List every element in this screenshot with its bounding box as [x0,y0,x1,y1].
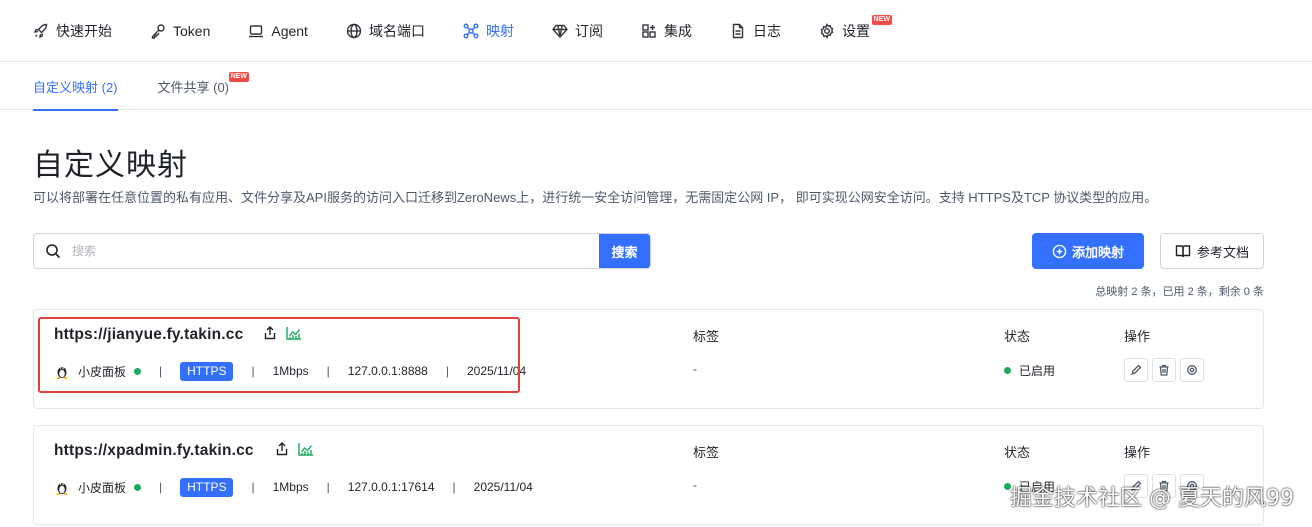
page-title: 自定义映射 [33,149,188,182]
nav-item-integration[interactable]: 集成 [641,0,692,62]
tags-value: - [693,478,697,492]
tags-value: - [693,362,697,376]
mapping-meta: 小皮面板 | HTTPS | 1Mbps | 127.0.0.1:8888 | … [54,360,526,382]
protocol-badge: HTTPS [180,361,234,381]
ops-label: 操作 [1124,445,1151,460]
mapping-meta: 小皮面板 | HTTPS | 1Mbps | 127.0.0.1:17614 |… [54,476,533,498]
created-date: 2025/11/04 [473,480,533,494]
divider: | [452,480,456,494]
bandwidth: 1Mbps [272,480,309,494]
divider: | [251,364,255,378]
grid-plus-icon [642,23,656,38]
add-mapping-button[interactable]: 添加映射 [1032,233,1144,269]
nav-item-token[interactable]: Token [150,0,210,62]
plus-circle-icon [1052,244,1067,258]
page-description: 可以将部署在任意位置的私有应用、文件分享及API服务的访问入口迁移到ZeroNe… [33,190,1158,205]
stats-icon[interactable] [286,326,302,340]
agent-name: 小皮面板 [78,480,127,495]
protocol-badge: HTTPS [180,477,234,497]
nav-item-logs[interactable]: 日志 [730,0,781,62]
divider: | [326,480,330,494]
bandwidth: 1Mbps [272,364,309,378]
settings-button[interactable] [1180,358,1204,382]
new-badge: NEW [228,72,250,82]
nav-item-domain-port[interactable]: 域名端口 [346,0,425,62]
nav-label: 快速开始 [56,22,112,39]
network-icon [463,23,479,38]
add-mapping-label: 添加映射 [1071,244,1124,260]
target-address: 127.0.0.1:17614 [347,480,435,494]
new-badge: NEW [871,14,892,25]
created-date: 2025/11/04 [466,364,527,378]
divider: | [159,480,163,494]
gear-icon [820,22,834,39]
status-text: 已启用 [1019,364,1056,378]
nav-label: 设置 [841,22,870,39]
trash-icon [1159,364,1169,376]
rocket-icon [33,23,48,38]
document-icon [732,23,744,38]
ops-label: 操作 [1124,329,1151,344]
search-icon [34,234,72,268]
nav-item-mapping[interactable]: 映射 [463,0,514,62]
globe-icon [346,23,362,38]
nav-label: 集成 [663,22,692,39]
status-label: 状态 [1004,445,1031,460]
nav-label: 映射 [485,22,514,39]
divider: | [326,364,330,378]
tab-file-sharing[interactable]: 文件共享 (0) NEW [157,62,250,110]
book-icon [1175,245,1191,258]
mapping-summary: 总映射 2 条，已用 2 条，剩余 0 条 [1095,286,1264,298]
nav-label: 日志 [752,22,781,39]
sub-tabs: 自定义映射 (2) 文件共享 (0) NEW [0,62,1312,111]
status-indicator [1004,367,1011,374]
nav-label: 订阅 [574,22,603,39]
pencil-icon [1130,364,1142,376]
ops-group [1124,358,1208,382]
docs-label: 参考文档 [1196,244,1249,260]
mapping-url[interactable]: https://xpadmin.fy.takin.cc [54,442,254,460]
diamond-icon [552,24,568,38]
status-label: 状态 [1004,329,1031,344]
share-icon[interactable] [275,442,289,456]
nav-item-agent[interactable]: Agent [248,0,308,62]
docs-button[interactable]: 参考文档 [1160,233,1264,269]
mapping-card: https://jianyue.fy.takin.cc 小皮面板 | HTTPS… [33,309,1264,409]
divider: | [445,364,449,378]
divider: | [251,480,255,494]
key-icon [151,23,165,39]
top-navigation: 快速开始 Token Agent 域名端口 映射 订阅 集成 日志 设置 NEW [0,0,1312,62]
delete-button[interactable] [1152,358,1176,382]
gear-icon [1187,365,1197,375]
watermark: 掘金技术社区 @ 夏天的风99 [1010,486,1294,511]
online-indicator [134,367,142,375]
linux-icon [56,483,68,495]
nav-label: Token [173,22,211,39]
linux-icon [56,367,68,379]
nav-item-subscription[interactable]: 订阅 [552,0,603,62]
nav-item-quickstart[interactable]: 快速开始 [33,0,112,62]
search-input[interactable] [72,234,599,268]
stats-icon[interactable] [298,442,314,456]
search-button[interactable]: 搜索 [599,234,650,268]
share-icon[interactable] [263,326,277,340]
mapping-url[interactable]: https://jianyue.fy.takin.cc [54,326,243,344]
nav-label: Agent [271,22,308,39]
nav-label: 域名端口 [368,22,425,39]
tags-label: 标签 [693,445,720,460]
tab-custom-mapping[interactable]: 自定义映射 (2) [33,62,118,111]
target-address: 127.0.0.1:8888 [347,364,428,378]
nav-item-settings[interactable]: 设置 NEW [819,0,892,62]
edit-button[interactable] [1124,358,1148,382]
search-bar: 搜索 [33,233,651,269]
divider: | [159,364,163,378]
status-value: 已启用 [1004,362,1055,379]
online-indicator [134,483,142,491]
laptop-icon [249,24,264,37]
tags-label: 标签 [693,329,720,344]
tab-label: 文件共享 (0) [157,79,230,95]
agent-name: 小皮面板 [78,364,127,379]
